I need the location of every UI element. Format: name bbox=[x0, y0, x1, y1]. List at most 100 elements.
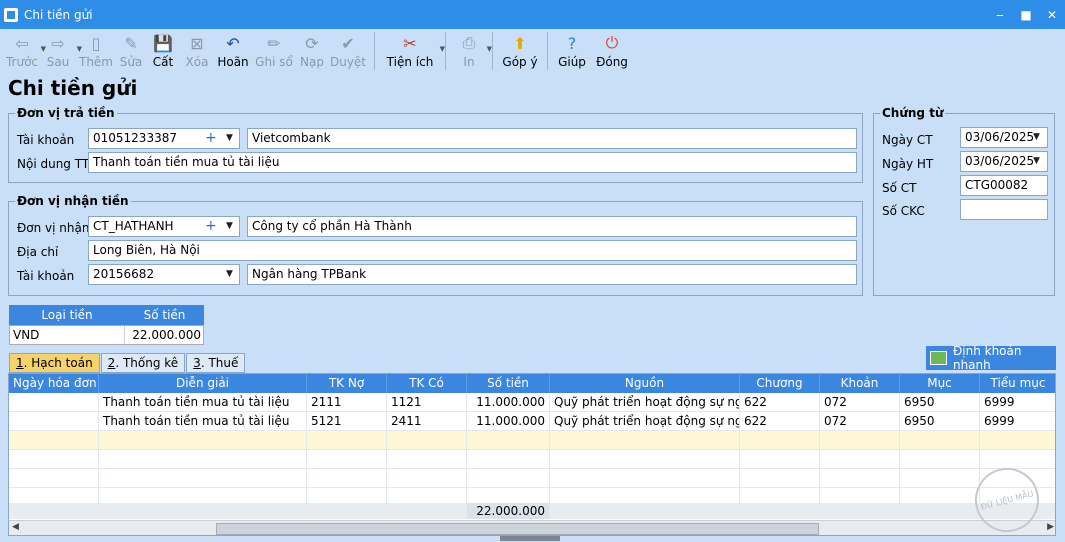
table-cell[interactable] bbox=[550, 431, 740, 450]
table-cell[interactable]: 2411 bbox=[387, 412, 467, 431]
toolbar-delete-button[interactable]: ⊠ Xóa bbox=[180, 29, 214, 73]
grid-column-header[interactable]: Chương bbox=[740, 374, 820, 393]
table-cell[interactable] bbox=[9, 469, 99, 488]
payee-unit-combo[interactable]: CT_HATHANH + ▼ bbox=[88, 216, 240, 237]
splitter-handle[interactable] bbox=[500, 536, 560, 541]
table-cell[interactable] bbox=[9, 450, 99, 469]
chevron-down-icon[interactable]: ▼ bbox=[226, 221, 233, 231]
table-cell[interactable]: 11.000.000 bbox=[467, 393, 550, 412]
maximize-button[interactable]: ■ bbox=[1013, 0, 1039, 29]
table-row[interactable] bbox=[9, 431, 1055, 450]
table-cell[interactable] bbox=[740, 469, 820, 488]
table-cell[interactable]: 622 bbox=[740, 412, 820, 431]
chevron-down-icon[interactable]: ▼ bbox=[1033, 156, 1040, 166]
table-cell[interactable] bbox=[307, 431, 387, 450]
table-cell[interactable] bbox=[550, 450, 740, 469]
currency-type-cell[interactable]: VND bbox=[10, 326, 126, 344]
toolbar-approve-button[interactable]: ✔ Duyệt bbox=[328, 29, 368, 73]
grid-column-header[interactable]: Nguồn bbox=[550, 374, 740, 393]
table-cell[interactable]: 072 bbox=[820, 412, 900, 431]
toolbar-close-button[interactable]: ⏻ Đóng bbox=[590, 29, 634, 73]
voucher-date-ht-picker[interactable]: 03/06/2025 ▼ bbox=[960, 151, 1048, 172]
table-cell[interactable]: Quỹ phát triển hoạt động sự nghiệp bbox=[550, 393, 740, 412]
toolbar-prev-button[interactable]: ⇦ Trước ▼ bbox=[4, 29, 46, 73]
table-row[interactable]: Thanh toán tiền mua tủ tài liệu 5121 2411 1… bbox=[9, 412, 1055, 431]
payee-account-combo[interactable]: 20156682 ▼ bbox=[88, 264, 240, 285]
table-cell[interactable]: 11.000.000 bbox=[467, 412, 550, 431]
grid-column-header[interactable]: Diễn giải bbox=[99, 374, 307, 393]
dropdown-arrow-icon[interactable]: ▼ bbox=[440, 45, 445, 53]
toolbar-help-button[interactable]: ? Giúp bbox=[554, 29, 590, 73]
table-cell[interactable]: 6950 bbox=[900, 412, 980, 431]
table-cell[interactable] bbox=[740, 450, 820, 469]
table-cell[interactable] bbox=[387, 450, 467, 469]
horizontal-scrollbar[interactable]: ◀ ▶ bbox=[9, 520, 1055, 535]
quick-entry-button[interactable]: Định khoản nhanh bbox=[926, 344, 1056, 372]
toolbar-undo-button[interactable]: ↶ Hoãn bbox=[214, 29, 252, 73]
payer-bank-name-field[interactable]: Vietcombank bbox=[247, 128, 857, 149]
minimize-button[interactable]: ‒ bbox=[987, 0, 1013, 29]
table-cell[interactable]: 6950 bbox=[900, 393, 980, 412]
voucher-so-ct-field[interactable]: CTG00082 bbox=[960, 175, 1048, 196]
table-cell[interactable] bbox=[307, 450, 387, 469]
table-row[interactable] bbox=[9, 450, 1055, 469]
table-row[interactable]: Thanh toán tiền mua tủ tài liệu 2111 1121 1… bbox=[9, 393, 1055, 412]
chevron-down-icon[interactable]: ▼ bbox=[226, 269, 233, 279]
table-cell[interactable] bbox=[980, 431, 1055, 450]
scroll-left-icon[interactable]: ◀ bbox=[12, 522, 19, 532]
table-cell[interactable]: 072 bbox=[820, 393, 900, 412]
table-cell[interactable] bbox=[307, 469, 387, 488]
currency-amount-cell[interactable]: 22.000.000 bbox=[125, 326, 203, 344]
grid-column-header[interactable]: Số tiền bbox=[467, 374, 550, 393]
toolbar-post-button[interactable]: ✏ Ghi sổ bbox=[252, 29, 296, 73]
tab-2[interactable]: 2. Thống kê bbox=[100, 353, 186, 373]
table-cell[interactable] bbox=[820, 469, 900, 488]
scroll-right-icon[interactable]: ▶ bbox=[1047, 522, 1054, 532]
tab-3[interactable]: 3. Thuế bbox=[186, 353, 246, 373]
payee-unit-name-field[interactable]: Công ty cổ phần Hà Thành bbox=[247, 216, 857, 237]
table-cell[interactable] bbox=[820, 450, 900, 469]
table-cell[interactable]: Quỹ phát triển hoạt động sự nghiệp bbox=[550, 412, 740, 431]
add-plus-icon[interactable]: + bbox=[205, 218, 217, 234]
toolbar-feedback-button[interactable]: ⬆ Góp ý bbox=[499, 29, 541, 73]
table-cell[interactable] bbox=[467, 469, 550, 488]
table-cell[interactable] bbox=[9, 412, 99, 431]
table-cell[interactable] bbox=[550, 469, 740, 488]
table-cell[interactable] bbox=[900, 431, 980, 450]
table-cell[interactable] bbox=[99, 431, 307, 450]
payer-account-combo[interactable]: 01051233387 + ▼ bbox=[88, 128, 240, 149]
grid-column-header[interactable]: TK Nợ bbox=[307, 374, 387, 393]
table-cell[interactable]: 5121 bbox=[307, 412, 387, 431]
toolbar-utility-button[interactable]: ✂ Tiện ích ▼ bbox=[381, 29, 445, 73]
table-cell[interactable] bbox=[387, 469, 467, 488]
table-cell[interactable] bbox=[740, 431, 820, 450]
grid-column-header[interactable]: Ngày hóa đơn bbox=[9, 374, 99, 393]
chevron-down-icon[interactable]: ▼ bbox=[226, 133, 233, 143]
table-cell[interactable]: Thanh toán tiền mua tủ tài liệu bbox=[99, 393, 307, 412]
payer-content-field[interactable]: Thanh toán tiền mua tủ tài liệu bbox=[88, 152, 857, 173]
table-cell[interactable] bbox=[900, 450, 980, 469]
toolbar-print-button[interactable]: ⎙ In ▼ bbox=[452, 29, 492, 73]
currency-row[interactable]: VND 22.000.000 bbox=[9, 325, 204, 345]
dropdown-arrow-icon[interactable]: ▼ bbox=[487, 45, 492, 53]
table-cell[interactable]: 622 bbox=[740, 393, 820, 412]
toolbar-next-button[interactable]: ⇨ Sau ▼ bbox=[40, 29, 82, 73]
table-cell[interactable]: 1121 bbox=[387, 393, 467, 412]
scroll-thumb[interactable] bbox=[216, 523, 819, 535]
table-cell[interactable] bbox=[99, 469, 307, 488]
table-cell[interactable] bbox=[387, 431, 467, 450]
table-cell[interactable]: 6999 bbox=[980, 393, 1055, 412]
table-cell[interactable] bbox=[9, 393, 99, 412]
table-cell[interactable] bbox=[9, 431, 99, 450]
grid-column-header[interactable]: Mục bbox=[900, 374, 980, 393]
close-window-button[interactable]: ✕ bbox=[1039, 0, 1065, 29]
grid-column-header[interactable]: Tiểu mục bbox=[980, 374, 1055, 393]
table-cell[interactable]: 6999 bbox=[980, 412, 1055, 431]
table-cell[interactable] bbox=[99, 450, 307, 469]
table-cell[interactable]: 2111 bbox=[307, 393, 387, 412]
grid-column-header[interactable]: TK Có bbox=[387, 374, 467, 393]
grid-column-header[interactable]: Khoản bbox=[820, 374, 900, 393]
tab-1[interactable]: 1. Hạch toán bbox=[9, 353, 100, 373]
table-cell[interactable]: Thanh toán tiền mua tủ tài liệu bbox=[99, 412, 307, 431]
table-row[interactable] bbox=[9, 469, 1055, 488]
